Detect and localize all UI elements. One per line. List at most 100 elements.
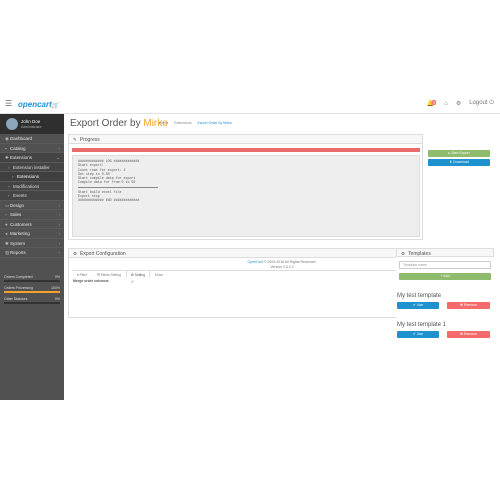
- breadcrumb-extensions[interactable]: Extensions: [174, 121, 191, 125]
- sidebar-item-label: Dashboard: [10, 136, 33, 141]
- chevron-down-icon: ⌄: [56, 155, 60, 160]
- menu-toggle-icon[interactable]: ☰: [5, 99, 12, 108]
- stat-bar: [4, 279, 60, 282]
- gear-icon: ⚙: [401, 251, 406, 256]
- stat-value: 100%: [51, 285, 60, 290]
- sidebar-item-events[interactable]: › Events: [0, 191, 64, 201]
- sidebar-item-label: Reports: [10, 250, 26, 255]
- logout-label: Logout: [469, 100, 488, 106]
- cog-icon: ⚙: [130, 273, 134, 277]
- sidebar-item-extensions[interactable]: ✚Extensions ⌄: [0, 153, 64, 163]
- log-line: ############# END #############: [78, 198, 140, 203]
- download-label: Download: [453, 160, 469, 164]
- sidebar-item-label: Customers: [10, 221, 32, 227]
- notifications-icon[interactable]: 🔔0: [426, 100, 437, 107]
- tab-setting[interactable]: ⚙ Setting: [125, 270, 150, 278]
- add-template-button[interactable]: + Add: [399, 273, 491, 280]
- templates-panel-heading: ⚙ Templates: [396, 248, 494, 257]
- use-template-button[interactable]: ✔ Use: [397, 331, 439, 338]
- page-title: Export Order by Mirko: [70, 118, 168, 129]
- sidebar-item-marketing[interactable]: ◂ Marketing ›: [0, 229, 64, 239]
- order-stats: Orders Completed 0% Orders Processing 100%…: [4, 275, 60, 304]
- gear-icon: ⚙: [73, 251, 78, 256]
- tab-filter[interactable]: ▾ Filter: [72, 270, 92, 278]
- remove-label: Remove: [463, 332, 477, 336]
- start-export-button[interactable]: ▸ Start Export: [428, 150, 490, 157]
- help-icon[interactable]: ⚙: [456, 100, 461, 107]
- profile-name: John Doe: [21, 119, 41, 124]
- tab-label: Extra: [154, 273, 163, 277]
- main-content: Export Order by Mirko Home Extensions Ex…: [64, 114, 500, 400]
- brand-logo[interactable]: opencart🛒: [18, 100, 59, 109]
- profile-block[interactable]: John Doe Administrator: [0, 114, 64, 134]
- stat-orders-completed: Orders Completed 0%: [4, 275, 60, 282]
- chevron-right-icon: ›: [58, 202, 61, 208]
- stat-value: 0%: [54, 274, 60, 279]
- use-label: Use: [416, 332, 424, 336]
- remove-template-button[interactable]: ✖ Remove: [447, 331, 490, 338]
- sidebar-item-dashboard[interactable]: ◉Dashboard: [0, 134, 64, 144]
- sidebar-item-label: Marketing: [10, 231, 30, 236]
- sidebar-item-system[interactable]: ✱System ›: [0, 239, 64, 248]
- filter-icon: ▾: [77, 273, 79, 277]
- sidebar-item-extension-installer[interactable]: › Extension installer: [0, 162, 64, 172]
- sidebar-item-modifications[interactable]: › Modifications: [0, 181, 64, 191]
- export-log: ############# LOG ############# Start exp…: [72, 155, 420, 237]
- progress-heading-text: Progress: [79, 137, 100, 143]
- sidebar-item-label: Extension installer: [13, 164, 50, 170]
- stat-orders-processing: Orders Processing 100%: [4, 286, 60, 293]
- sidebar-item-label: Events: [13, 193, 27, 198]
- sidebar-item-label: Sales: [10, 212, 22, 217]
- logout-link[interactable]: Logout ⏻: [469, 100, 494, 107]
- sidebar-item-label: System: [10, 240, 26, 246]
- chevron-right-icon: ›: [58, 212, 61, 217]
- tab-fields-setting[interactable]: ☰ Fields Setting: [92, 270, 126, 278]
- template-title: My test template 1: [397, 322, 447, 328]
- config-panel-heading: ⚙ Export Configuration: [69, 249, 422, 258]
- chevron-right-icon: ›: [58, 250, 61, 255]
- sidebar-item-label: Design: [10, 202, 25, 208]
- stat-bar: [4, 301, 60, 304]
- sidebar-item-reports[interactable]: ▥Reports ›: [0, 248, 64, 258]
- sidebar-item-label: Catalog: [10, 145, 26, 151]
- page-header: Export Order by Mirko Home Extensions Ex…: [64, 116, 500, 130]
- profile-role: Administrator: [21, 125, 42, 129]
- home-icon[interactable]: ⌂: [444, 101, 448, 107]
- breadcrumb-current[interactable]: Export Order by Mirko: [197, 121, 231, 125]
- tab-extra[interactable]: Extra: [150, 270, 168, 278]
- footer-version: Version 2.3.0.2: [270, 265, 294, 269]
- sidebar-item-customers[interactable]: ● Customers ›: [0, 220, 64, 229]
- chevron-right-icon: ›: [58, 231, 61, 236]
- stat-bar: [4, 290, 60, 293]
- remove-template-button[interactable]: ✖ Remove: [447, 302, 490, 309]
- use-template-button[interactable]: ✔ Use: [397, 302, 439, 309]
- opencart-link[interactable]: OpenCart: [248, 260, 263, 264]
- top-header: ☰ opencart🛒 🔔0 ⌂ ⚙ Logout ⏻: [0, 96, 500, 114]
- header-icons: 🔔0 ⌂ ⚙ Logout ⏻: [426, 100, 494, 107]
- merge-columns-checkbox[interactable]: ✓: [131, 279, 134, 284]
- download-button[interactable]: ⬇ Download: [428, 159, 490, 166]
- sidebar-nav: ◉Dashboard ▪ Catalog › ✚Extensions ⌄ › Exten…: [0, 134, 64, 258]
- app-window: ☰ opencart🛒 🔔0 ⌂ ⚙ Logout ⏻ John Doe Adm…: [0, 0, 500, 500]
- notification-badge: 0: [431, 100, 437, 105]
- sidebar: John Doe Administrator ◉Dashboard ▪ Catal…: [0, 114, 64, 400]
- footer: OpenCart © 2009-2018 All Rights Reserved…: [64, 260, 500, 270]
- sidebar-item-label: Extensions: [17, 174, 40, 179]
- progress-panel: ✎ Progress ############# LOG ############…: [68, 134, 423, 240]
- sidebar-item-design[interactable]: ▭Design ›: [0, 201, 64, 210]
- use-label: Use: [416, 303, 424, 307]
- stat-fill: [4, 290, 60, 293]
- log-separator: [78, 186, 158, 188]
- progress-bar: [72, 148, 420, 152]
- pencil-icon: ✎: [73, 137, 77, 142]
- brand-name: opencart: [18, 100, 52, 109]
- breadcrumb-home[interactable]: Home: [159, 121, 168, 125]
- tab-label: Fields Setting: [100, 273, 121, 277]
- sidebar-item-extensions-sub[interactable]: › Extensions: [0, 172, 64, 182]
- tab-label: Filter: [79, 273, 87, 277]
- breadcrumb: Home Extensions Export Order by Mirko: [159, 121, 237, 125]
- sidebar-item-label: Extensions: [10, 155, 33, 160]
- sidebar-item-sales[interactable]: ▫ Sales ›: [0, 210, 64, 220]
- stat-label: Orders Completed: [4, 274, 33, 279]
- sidebar-item-catalog[interactable]: ▪ Catalog ›: [0, 144, 64, 153]
